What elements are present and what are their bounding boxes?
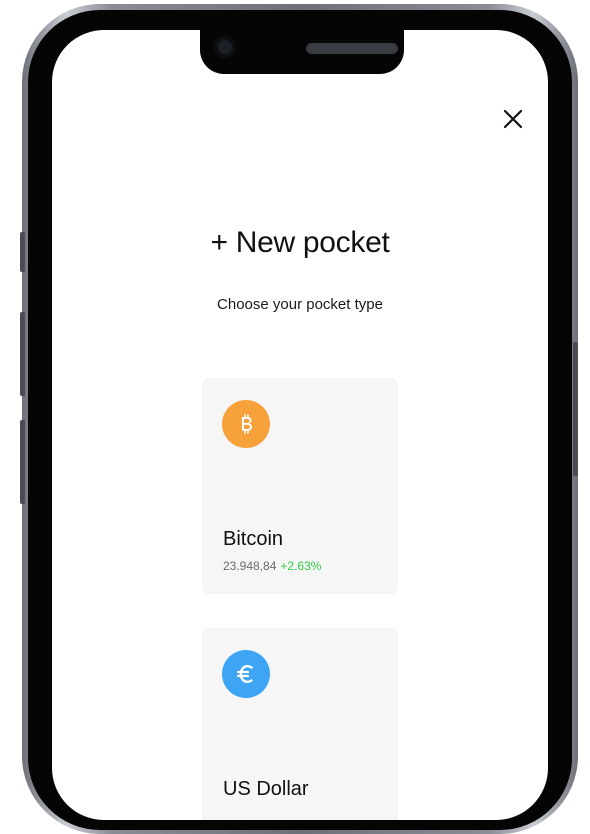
pocket-price: 23.948,84	[223, 559, 277, 573]
camera	[214, 36, 236, 58]
close-icon	[503, 109, 523, 129]
phone-side-button	[20, 232, 25, 272]
pocket-card-us-dollar[interactable]: US Dollar	[202, 628, 398, 820]
bitcoin-icon	[222, 400, 270, 448]
page-title: + New pocket	[210, 226, 390, 259]
pocket-name: Bitcoin	[223, 528, 284, 550]
pocket-name: US Dollar	[223, 778, 309, 800]
phone-volume-up	[20, 312, 25, 396]
euro-icon	[222, 650, 270, 698]
close-button[interactable]	[498, 104, 528, 134]
pocket-change: +2.63%	[280, 559, 322, 573]
phone-screen: + New pocket Choose your pocket type Bit…	[52, 30, 548, 820]
pocket-price-row: 23.948,84 +2.63%	[223, 559, 321, 573]
speaker	[306, 43, 398, 54]
page-subtitle: Choose your pocket type	[217, 296, 383, 313]
phone-volume-down	[20, 420, 25, 504]
pocket-card-bitcoin[interactable]: Bitcoin 23.948,84 +2.63%	[202, 378, 398, 594]
phone-power-button	[573, 342, 578, 476]
